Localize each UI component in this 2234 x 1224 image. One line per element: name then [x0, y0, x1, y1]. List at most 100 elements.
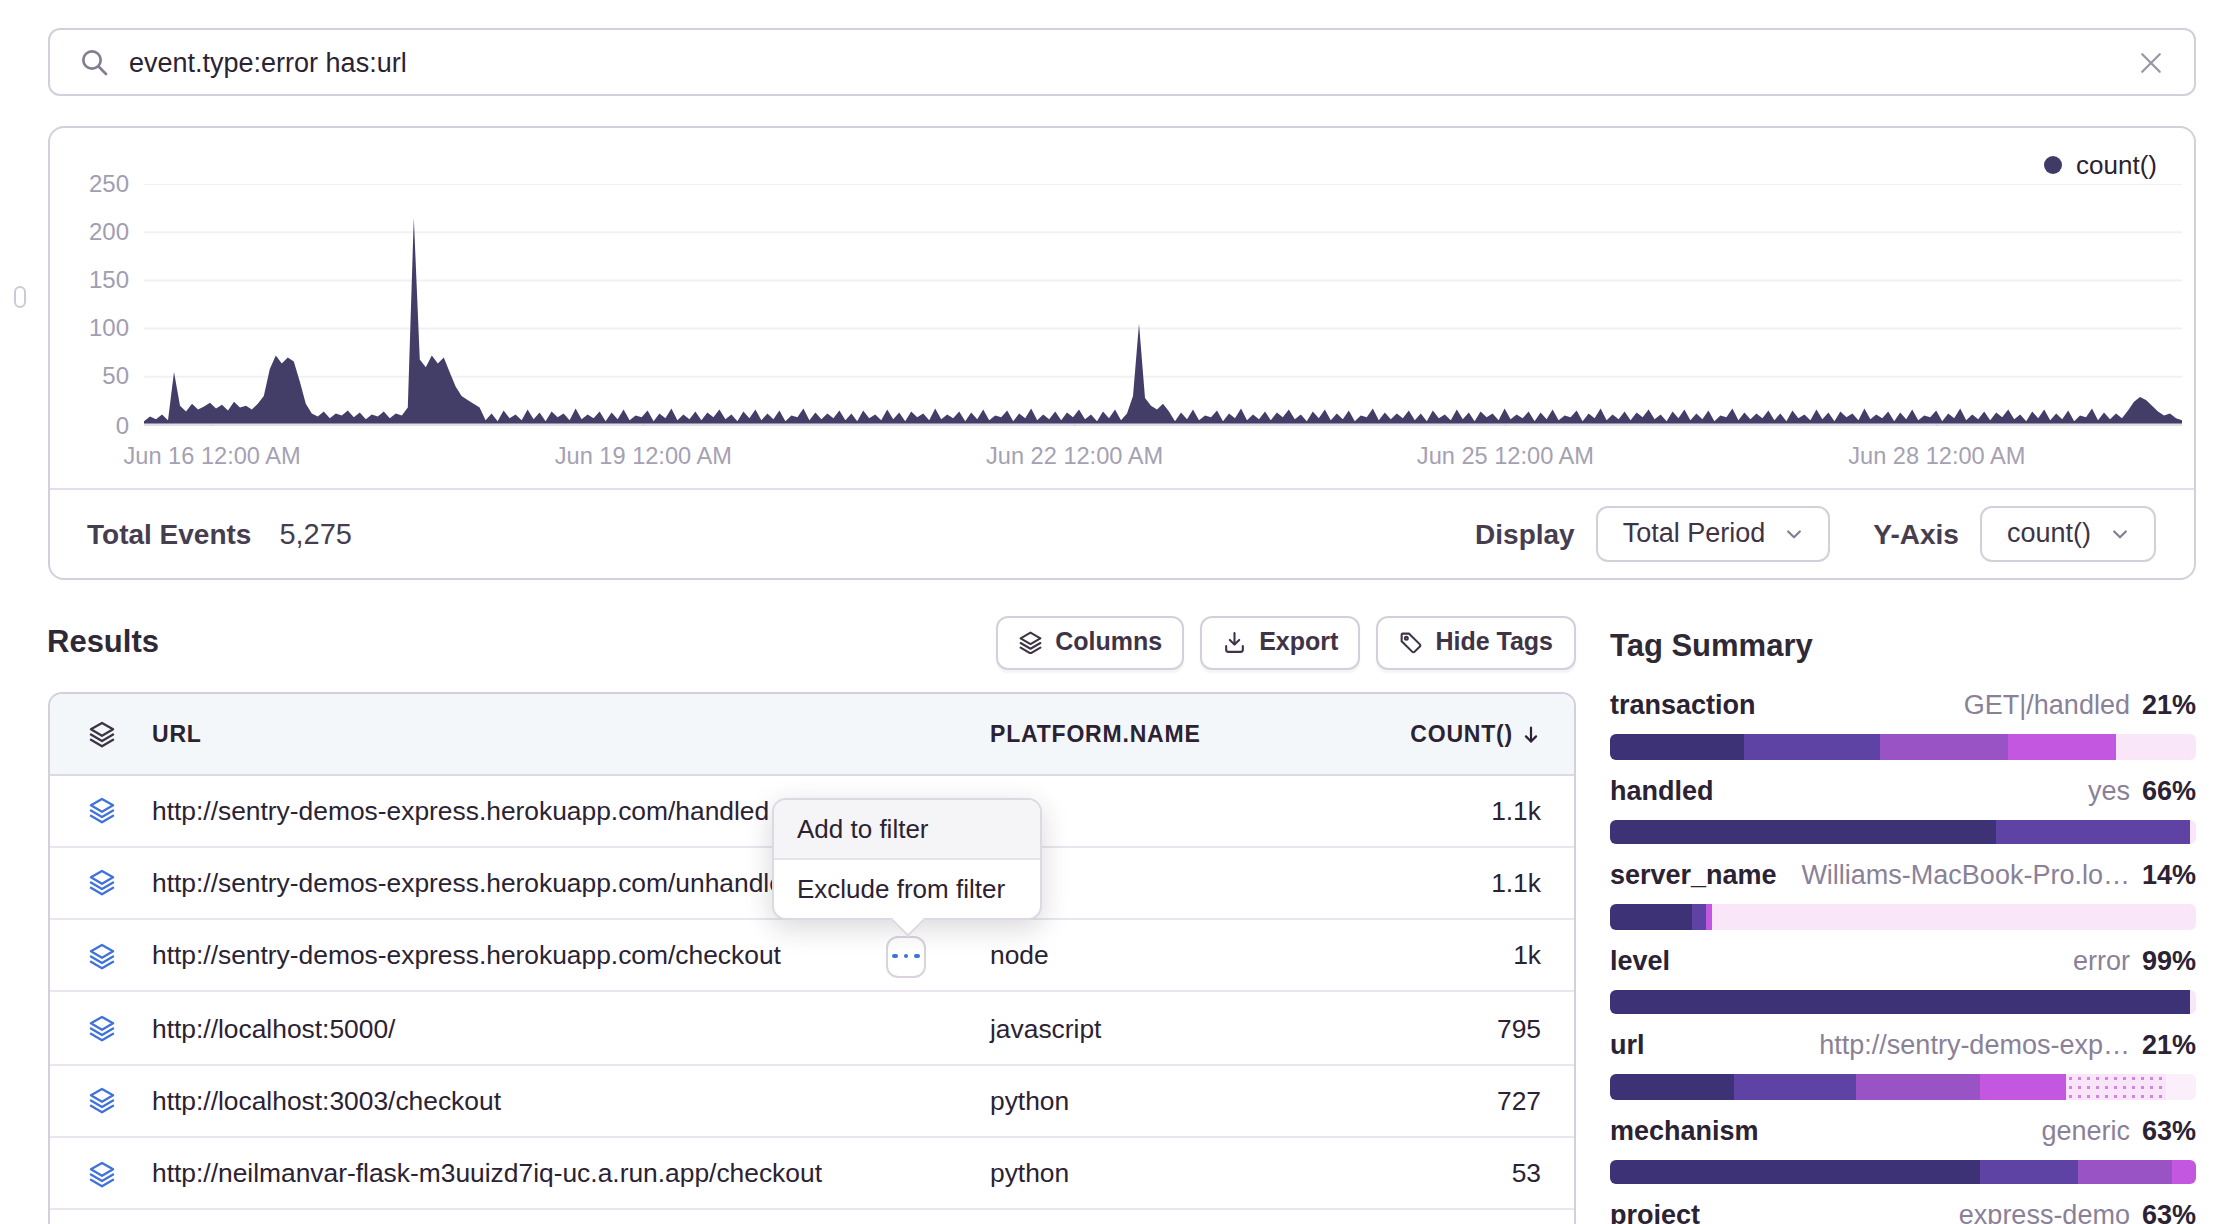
tag-handled: handledyes66%: [1610, 775, 2196, 844]
tag-bar-segment[interactable]: [1745, 734, 1880, 759]
tag-bar-segment[interactable]: [1997, 819, 2190, 844]
display-select[interactable]: Total Period: [1597, 506, 1830, 562]
hide-tags-button[interactable]: Hide Tags: [1376, 615, 1575, 669]
table-row: http://localhost:3003/checkoutpython727: [49, 1065, 1573, 1138]
yaxis-select[interactable]: count(): [1981, 506, 2155, 562]
stack-icon: [87, 1087, 115, 1115]
row-url-cell[interactable]: http://neilmanvar-flask-m3uuizd7iq-uc.a.…: [152, 1158, 990, 1188]
table-row: [49, 1211, 1573, 1224]
tag-bar-segment[interactable]: [1979, 1074, 2067, 1099]
tag-bar-segment[interactable]: [2008, 734, 2116, 759]
tag-bar-segment[interactable]: [2117, 734, 2196, 759]
tag-bar-segment[interactable]: [1610, 734, 1745, 759]
tag-bar-segment[interactable]: [1733, 1074, 1856, 1099]
row-stack-icon-cell[interactable]: [49, 1159, 152, 1187]
tag-bar-segment[interactable]: [1610, 1159, 1979, 1184]
tag-top-value: error: [2073, 945, 2130, 975]
export-button[interactable]: Export: [1200, 615, 1360, 669]
stack-icon: [1018, 630, 1043, 655]
tag-bar-segment[interactable]: [1610, 1074, 1733, 1099]
row-actions-button[interactable]: [886, 935, 926, 977]
close-icon[interactable]: [2135, 47, 2165, 77]
tag-name: transaction: [1610, 690, 1756, 720]
tag-top-percentage: 14%: [2142, 860, 2196, 890]
discover-page: event.type:error has:url count() 0 50 100 1…: [0, 0, 2234, 1224]
stack-icon: [87, 719, 115, 747]
tag-bar-segment[interactable]: [1713, 904, 2196, 929]
row-platform-cell[interactable]: python: [990, 1158, 1300, 1188]
tag-top-value: express-demo: [1959, 1200, 2130, 1224]
tag-bar-segment[interactable]: [1880, 734, 2009, 759]
tag-bar-segment[interactable]: [1979, 1159, 2079, 1184]
x-axis-label: Jun 28 12:00 AM: [1848, 442, 2025, 470]
row-count-cell: 795: [1300, 1013, 1573, 1043]
tag-bar-segment[interactable]: [1610, 819, 1997, 844]
row-count-cell: 1.1k: [1300, 795, 1573, 825]
results-table-header: URL PLATFORM.NAME COUNT(): [49, 693, 1573, 775]
stack-icon: [87, 941, 115, 969]
row-stack-icon-cell[interactable]: [49, 1087, 152, 1115]
chart-footer: Total Events 5,275 Display Total Period …: [49, 487, 2193, 578]
row-platform-cell[interactable]: node: [990, 940, 1300, 970]
table-row: http://neilmanvar-flask-m3uuizd7iq-uc.a.…: [49, 1138, 1573, 1211]
tag-top-value: Williams-MacBook-Pro.lo…: [1801, 860, 2130, 890]
y-axis-label: 100: [61, 317, 129, 341]
search-bar[interactable]: event.type:error has:url: [47, 28, 2195, 96]
chevron-down-icon: [2109, 524, 2129, 544]
tag-name: level: [1610, 945, 1670, 975]
tag-bar-segment[interactable]: [2167, 1074, 2196, 1099]
tag-name: server_name: [1610, 860, 1777, 890]
legend-label: count(): [2076, 149, 2157, 179]
tag-bar-segment[interactable]: [2079, 1159, 2173, 1184]
column-header-url[interactable]: URL: [152, 721, 990, 745]
tag-bar-segment[interactable]: [1692, 904, 1707, 929]
stack-icon: [87, 1159, 115, 1187]
table-row: http://sentry-demos-express.herokuapp.co…: [49, 920, 1573, 993]
row-url-cell[interactable]: http://localhost:5000/: [152, 1013, 990, 1043]
row-platform-cell[interactable]: javascript: [990, 1013, 1300, 1043]
total-events-value: 5,275: [279, 518, 352, 550]
x-axis-label: Jun 22 12:00 AM: [986, 442, 1163, 470]
results-table: URL PLATFORM.NAME COUNT() http://sentry-…: [47, 691, 1575, 1224]
row-url-cell[interactable]: http://localhost:3003/checkout: [152, 1086, 990, 1116]
tag-name: mechanism: [1610, 1115, 1759, 1145]
legend-dot: [2044, 155, 2062, 173]
tag-bar-segment[interactable]: [1856, 1074, 1979, 1099]
tag-bar-segment[interactable]: [2190, 819, 2196, 844]
tag-top-percentage: 66%: [2142, 775, 2196, 805]
search-query[interactable]: event.type:error has:url: [129, 47, 407, 77]
event-count-area-chart: [144, 184, 2182, 426]
tag-top-percentage: 63%: [2142, 1115, 2196, 1145]
row-stack-icon-cell[interactable]: [49, 1014, 152, 1042]
tag-server_name: server_name Williams-MacBook-Pro.lo… 14%: [1610, 860, 2196, 929]
y-axis-label: 150: [61, 268, 129, 292]
tag-bar-segment[interactable]: [2190, 989, 2196, 1014]
column-header-count[interactable]: COUNT(): [1300, 721, 1573, 745]
table-row: http://localhost:5000/javascript795: [49, 993, 1573, 1066]
y-axis-label: 50: [61, 365, 129, 389]
tag-bar-segment[interactable]: [1610, 904, 1692, 929]
stack-icon: [87, 796, 115, 824]
row-url-cell[interactable]: http://sentry-demos-express.herokuapp.co…: [152, 940, 990, 970]
stack-icon: [87, 1014, 115, 1042]
context-menu-item[interactable]: Add to filter: [773, 800, 1039, 860]
sidebar-collapse-handle[interactable]: [14, 285, 26, 307]
tag-mechanism: mechanismgeneric63%: [1610, 1115, 2196, 1184]
columns-button[interactable]: Columns: [996, 615, 1184, 669]
tag-bar-segment[interactable]: [2067, 1074, 2167, 1099]
row-stack-icon-cell[interactable]: [49, 941, 152, 969]
y-axis-label: 0: [61, 413, 129, 437]
tag-summary-title: Tag Summary: [1610, 628, 2196, 664]
row-stack-icon-cell[interactable]: [49, 869, 152, 897]
tag-distribution-bar: [1610, 904, 2196, 929]
x-axis-label: Jun 25 12:00 AM: [1417, 442, 1594, 470]
y-axis-label: 250: [61, 172, 129, 196]
x-axis-label: Jun 16 12:00 AM: [124, 442, 301, 470]
tag-bar-segment[interactable]: [2173, 1159, 2196, 1184]
tag-name: project: [1610, 1200, 1700, 1224]
row-platform-cell[interactable]: python: [990, 1086, 1300, 1116]
chart-legend[interactable]: count(): [2044, 149, 2157, 179]
row-stack-icon-cell[interactable]: [49, 796, 152, 824]
tag-bar-segment[interactable]: [1610, 989, 2190, 1014]
column-header-platform[interactable]: PLATFORM.NAME: [990, 721, 1300, 745]
